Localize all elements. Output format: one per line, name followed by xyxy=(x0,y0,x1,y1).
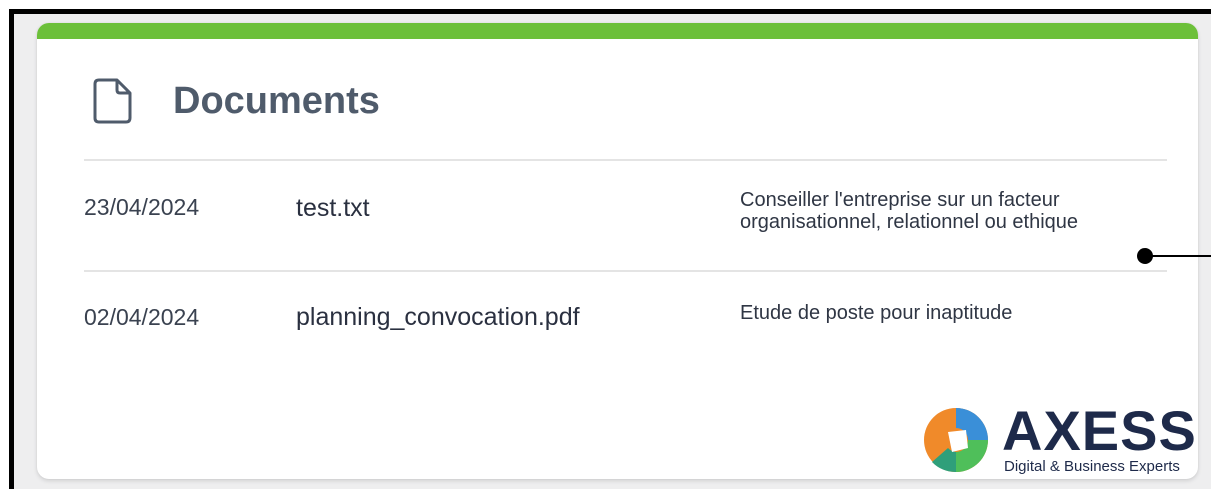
document-description-line: organisationnel, relationnel ou ethique xyxy=(740,211,1079,233)
document-description: Conseiller l'entreprise sur un facteur o… xyxy=(740,189,1160,233)
axess-logo-name: AXESS xyxy=(1002,399,1197,462)
header-divider xyxy=(84,159,1167,161)
document-description: Etude de poste pour inaptitude xyxy=(740,302,1160,324)
document-row[interactable]: 23/04/2024 test.txt Conseiller l'entrepr… xyxy=(84,173,1167,269)
axess-logo-mark-icon xyxy=(924,408,988,473)
document-filename[interactable]: test.txt xyxy=(296,194,370,223)
document-description-line: Conseiller l'entreprise sur un facteur xyxy=(740,189,1060,211)
document-description-line: Etude de poste pour inaptitude xyxy=(740,302,1013,324)
card-accent-bar xyxy=(37,23,1198,39)
axess-logo-tagline: Digital & Business Experts xyxy=(1004,458,1180,475)
axess-logo: AXESS Digital & Business Experts xyxy=(922,399,1202,480)
row-divider xyxy=(84,270,1167,272)
document-date: 23/04/2024 xyxy=(84,194,200,220)
document-row[interactable]: 02/04/2024 planning_convocation.pdf Etud… xyxy=(84,283,1167,379)
document-icon xyxy=(93,78,132,124)
card-header: Documents xyxy=(93,76,380,126)
document-filename[interactable]: planning_convocation.pdf xyxy=(296,303,580,332)
card-title: Documents xyxy=(173,79,380,122)
annotation-pointer-line xyxy=(1150,255,1211,257)
document-date: 02/04/2024 xyxy=(84,304,200,330)
